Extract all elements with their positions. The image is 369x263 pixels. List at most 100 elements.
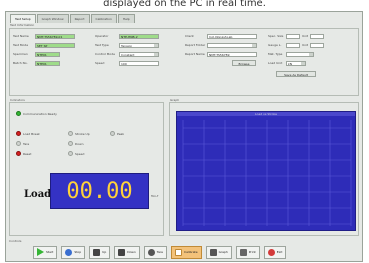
field-label: Mat. Type xyxy=(268,52,283,56)
indicator-label: Stroke Up xyxy=(75,131,90,136)
calibrate-icon xyxy=(174,248,182,256)
report-name-field: Report Name NMT-TS56789 xyxy=(185,51,257,57)
tare-label: Tare xyxy=(156,250,163,254)
speed-input[interactable]: 100 xyxy=(119,60,159,66)
led-icon xyxy=(16,151,21,156)
batch-input[interactable]: NTE01 xyxy=(35,60,60,66)
control-mode-select[interactable]: Constant xyxy=(119,51,159,57)
indicator-label: Tare xyxy=(23,141,30,146)
field-label: Test Name xyxy=(13,34,29,38)
indicator-speed: Speed xyxy=(68,151,84,156)
tare-icon xyxy=(147,248,155,256)
stop-icon xyxy=(65,248,73,256)
plot-grid xyxy=(182,120,352,226)
test-type-select[interactable]: Tension xyxy=(119,42,159,48)
browse-button[interactable]: Browse xyxy=(232,60,256,66)
tab-test-setup[interactable]: Test Setup xyxy=(10,14,36,23)
tab-graph-window[interactable]: Graph Window xyxy=(36,14,69,23)
field-label: Client xyxy=(185,34,194,38)
live-plot[interactable]: Load vs Stroke xyxy=(176,111,356,231)
start-label: Start xyxy=(46,250,54,254)
start-button[interactable]: Start xyxy=(33,245,58,259)
spec-size-field: Spec. Size Unit xyxy=(268,33,325,39)
field-label: Batch No. xyxy=(13,61,28,65)
exit-icon xyxy=(267,248,275,256)
stop-label: Stop xyxy=(74,250,82,254)
report-name-input[interactable]: NMT-TS56789 xyxy=(207,51,257,57)
field-label: Gauge L. xyxy=(268,43,282,47)
indicator-down: Down xyxy=(68,141,84,146)
led-icon xyxy=(16,141,21,146)
test-name-field: Test Name NMT-TS56789-01 xyxy=(13,33,75,39)
led-icon xyxy=(16,131,21,136)
play-icon xyxy=(37,248,44,256)
print-icon xyxy=(239,248,247,256)
field-label: Test Mode xyxy=(13,43,29,47)
graph-button[interactable]: Graph xyxy=(205,245,232,259)
gauge-length-input[interactable] xyxy=(286,42,300,48)
load-unit-label: Ton-f xyxy=(151,194,159,198)
calibrate-button[interactable]: Calibrate xyxy=(170,245,202,259)
load-unit-select[interactable]: kN xyxy=(286,60,306,66)
client-input[interactable]: Incl-Nongshi-ab xyxy=(207,33,257,39)
exit-label: Exit xyxy=(276,250,283,254)
speed-field: Speed 100 xyxy=(95,60,159,66)
report-folder-select[interactable] xyxy=(207,42,257,48)
load-readout: 00.00 xyxy=(50,173,149,209)
specimen-field: Specimen NTE01 xyxy=(13,51,60,57)
stop-button[interactable]: Stop xyxy=(61,245,86,259)
exit-button[interactable]: Exit xyxy=(263,245,287,259)
unit-label: Unit xyxy=(302,43,309,47)
specimen-input[interactable]: NTE01 xyxy=(35,51,60,57)
spec-size-input[interactable] xyxy=(286,33,300,39)
load-label: Load xyxy=(24,189,52,200)
operator-input[interactable]: NTE-HNB-2 xyxy=(119,33,159,39)
arrow-up-icon xyxy=(93,248,101,256)
test-type-field: Test Type Tension xyxy=(95,42,159,48)
tare-button[interactable]: Tare xyxy=(143,245,167,259)
controls-title: Controls xyxy=(9,239,22,243)
indicator-label: Speed xyxy=(75,151,85,156)
tab-bar: Test Setup Graph Window Report Calibrati… xyxy=(10,14,135,23)
test-name-input[interactable]: NMT-TS56789-01 xyxy=(35,33,75,39)
client-field: Client Incl-Nongshi-ab xyxy=(185,33,257,39)
tab-calibration[interactable]: Calibration xyxy=(90,14,117,23)
print-button[interactable]: Print xyxy=(235,245,260,259)
material-type-select[interactable] xyxy=(286,51,314,57)
indicator-load-break: Load Break xyxy=(16,131,40,136)
indicator-label: Down xyxy=(75,141,84,146)
batch-field: Batch No. NTE01 xyxy=(13,60,60,66)
graph-icon xyxy=(209,248,217,256)
indicator-label: Load Break xyxy=(23,131,40,136)
calibrate-label: Calibrate xyxy=(183,250,198,254)
indicator-stroke-up: Stroke Up xyxy=(68,131,90,136)
led-icon xyxy=(68,131,73,136)
indicator-reset: Reset xyxy=(16,151,31,156)
test-info-group: Test Name NMT-TS56789-01 Test Mode SET S… xyxy=(9,28,359,96)
up-button[interactable]: Up xyxy=(89,245,111,259)
field-label: Operator xyxy=(95,34,109,38)
operator-field: Operator NTE-HNB-2 xyxy=(95,33,159,39)
test-mode-input[interactable]: SET SP xyxy=(35,42,75,48)
indicator-label: Peak xyxy=(117,131,125,136)
field-label: Speed xyxy=(95,61,105,65)
field-label: Specimen xyxy=(13,52,28,56)
report-folder-field: Report Folder xyxy=(185,42,257,48)
down-label: Down xyxy=(127,250,136,254)
control-mode-field: Control Mode Constant xyxy=(95,51,159,57)
down-button[interactable]: Down xyxy=(114,245,140,259)
field-label: Report Name xyxy=(185,52,205,56)
tab-help[interactable]: Help xyxy=(117,14,135,23)
field-label: Control Mode xyxy=(95,52,115,56)
field-label: Load Unit xyxy=(268,61,283,65)
graph-pane: Load vs Stroke xyxy=(169,102,359,236)
status-led-icon xyxy=(16,111,21,116)
save-as-default-button[interactable]: Save As Default xyxy=(276,71,316,77)
led-icon xyxy=(68,151,73,156)
caption-text: displayed on the PC in real time. xyxy=(103,0,266,9)
tab-report[interactable]: Report xyxy=(69,14,90,23)
unit-input-2[interactable] xyxy=(310,42,325,48)
unit-input-1[interactable] xyxy=(310,33,325,39)
led-icon xyxy=(68,141,73,146)
field-label: Test Type xyxy=(95,43,109,47)
